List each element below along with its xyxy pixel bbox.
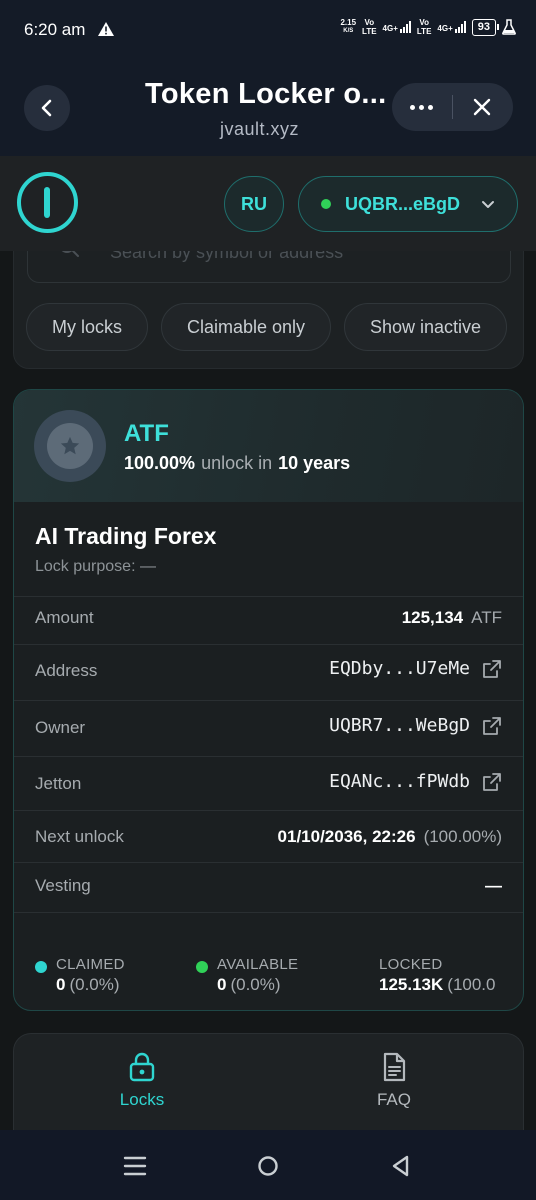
flask-icon: [502, 19, 516, 35]
claimed-dot: [35, 961, 47, 973]
more-button[interactable]: [410, 99, 434, 115]
chevron-left-icon: [41, 99, 52, 117]
chevron-down-icon: [482, 201, 494, 208]
warning-icon: [98, 22, 114, 36]
status-time: 6:20 am: [24, 20, 86, 39]
sim2-signal-icon: 4G+: [437, 21, 466, 33]
external-link-icon: [483, 772, 501, 791]
next-unlock-label: Next unlock: [35, 827, 124, 846]
amount-value: 125,134 ATF: [401, 608, 502, 627]
wallet-status-dot: [321, 199, 331, 209]
next-unlock-value: 01/10/2036, 22:26 (100.00%): [277, 827, 502, 846]
lock-card[interactable]: ATF 100.00% unlock in 10 years AI Trading …: [13, 389, 524, 1011]
lock-card-header: ATF 100.00% unlock in 10 years: [14, 390, 523, 502]
android-nav-bar: [0, 1130, 536, 1200]
document-icon: [383, 1052, 406, 1082]
lock-purpose: Lock purpose: —: [35, 558, 156, 575]
stat-locked: LOCKED 125.13K (100.0: [379, 956, 496, 994]
available-dot: [196, 961, 208, 973]
chip-claimable-only[interactable]: Claimable only: [161, 303, 331, 351]
chip-my-locks[interactable]: My locks: [26, 303, 148, 351]
star-icon: [60, 436, 80, 455]
status-indicators: 2.15 K/S Vo LTE 4G+ Vo LTE 4G+ 93: [340, 18, 516, 36]
owner-label: Owner: [35, 718, 86, 737]
webview-title-bar: Token Locker o... jvault.xyz: [0, 60, 536, 156]
wallet-button[interactable]: UQBR...eBgD: [298, 176, 518, 232]
sim2-volte: Vo LTE: [416, 18, 432, 36]
jetton-link[interactable]: EQANc...fPWdb: [329, 771, 502, 792]
address-link[interactable]: EQDby...U7eMe: [329, 658, 502, 679]
jvault-logo[interactable]: [17, 172, 78, 233]
bottom-nav: Locks FAQ: [13, 1033, 524, 1133]
wallet-address: UQBR...eBgD: [345, 193, 461, 214]
network-speed: 2.15 K/S: [340, 18, 357, 34]
status-bar: 6:20 am 2.15 K/S Vo LTE 4G+ Vo LTE 4G+ 9…: [0, 0, 536, 60]
back-button[interactable]: [24, 85, 70, 131]
unlock-summary: 100.00% unlock in 10 years: [124, 453, 351, 473]
stat-claimed: CLAIMED 0 (0.0%): [35, 956, 125, 995]
page-domain: jvault.xyz: [220, 119, 300, 139]
webview-capsule: [392, 83, 513, 131]
recents-icon[interactable]: [122, 1154, 148, 1178]
vesting-label: Vesting: [35, 876, 91, 895]
external-link-icon: [483, 659, 501, 678]
close-icon[interactable]: [470, 95, 494, 119]
back-nav-icon[interactable]: [388, 1154, 414, 1178]
battery-icon: 93: [471, 18, 500, 36]
nav-faq[interactable]: FAQ: [334, 1052, 454, 1110]
token-name: AI Trading Forex: [35, 523, 217, 549]
sim1-signal-icon: 4G+: [383, 21, 411, 33]
owner-link[interactable]: UQBR7...WeBgD: [329, 715, 502, 736]
lock-icon: [129, 1052, 155, 1082]
stat-available: AVAILABLE 0 (0.0%): [196, 956, 298, 995]
vesting-value: —: [485, 876, 502, 895]
chip-show-inactive[interactable]: Show inactive: [344, 303, 507, 351]
external-link-icon: [483, 716, 501, 735]
address-label: Address: [35, 661, 98, 680]
home-icon[interactable]: [255, 1154, 281, 1178]
sim1-volte: Vo LTE: [362, 18, 377, 36]
app-header: RU UQBR...eBgD: [0, 156, 536, 251]
token-avatar: [34, 410, 106, 482]
language-button[interactable]: RU: [224, 176, 284, 232]
nav-locks[interactable]: Locks: [82, 1052, 202, 1110]
jetton-label: Jetton: [35, 774, 82, 793]
amount-label: Amount: [35, 608, 94, 627]
page-title: Token Locker o...: [145, 78, 387, 110]
token-symbol: ATF: [124, 420, 169, 447]
